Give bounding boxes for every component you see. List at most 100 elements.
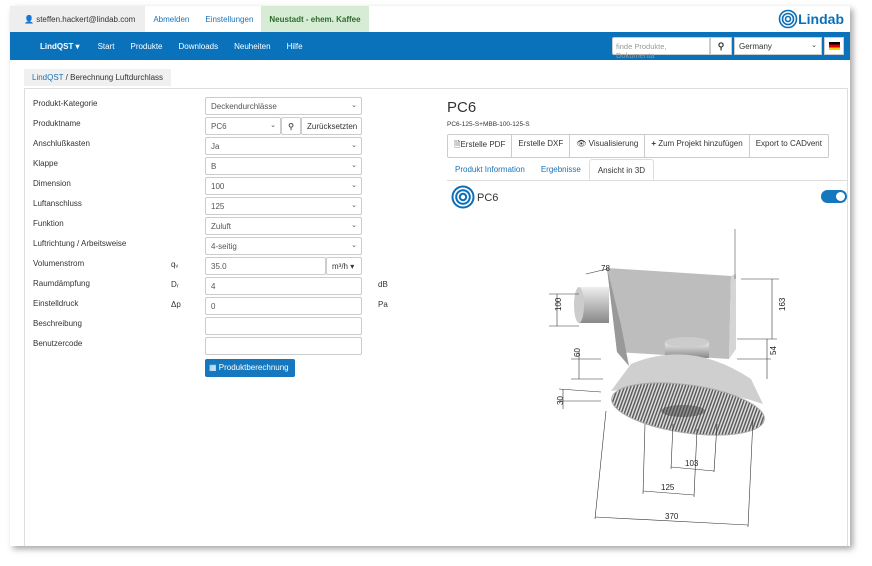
view-toggle[interactable]: [821, 190, 847, 203]
chevron-down-icon: ⌄: [351, 182, 357, 189]
settings-link[interactable]: Einstellungen: [197, 6, 261, 32]
einstelldruck-input[interactable]: 0: [205, 297, 362, 315]
field-label: Benutzercode: [33, 339, 83, 348]
language-button[interactable]: [824, 37, 844, 55]
breadcrumb-root[interactable]: LindQST: [32, 73, 63, 82]
reset-button[interactable]: Zurücksetzten: [301, 117, 362, 135]
field-label: Klappe: [33, 159, 58, 168]
form-row-dimension: Dimension 100 ⌄: [33, 177, 453, 195]
search-button[interactable]: ⚲: [710, 37, 732, 55]
field-symbol: qᵥ: [171, 260, 179, 269]
create-dxf-button[interactable]: Erstelle DXF: [512, 135, 571, 157]
nav-downloads[interactable]: Downloads: [171, 42, 227, 51]
dim-163: 163: [778, 297, 787, 311]
unit-dropdown[interactable]: m³/h ▾: [326, 257, 362, 275]
chevron-down-icon: ⌄: [351, 202, 357, 209]
dim-100: 100: [554, 297, 563, 311]
dim-60: 60: [573, 348, 582, 357]
produkt-kategorie-select[interactable]: Deckendurchlässe ⌄: [205, 97, 362, 115]
tab-ansicht-3d[interactable]: Ansicht in 3D: [588, 159, 654, 180]
unit-label: Pa: [378, 300, 388, 309]
label: Erstelle PDF: [460, 140, 506, 149]
value: 4-seitig: [211, 242, 237, 251]
volumenstrom-input[interactable]: 35.0: [205, 257, 326, 275]
search-input[interactable]: finde Produkte, Dokumenta: [612, 37, 710, 60]
form-row-raumd-mpfung: Raumdämpfung Dᵣ 4 dB: [33, 277, 453, 295]
create-pdf-button[interactable]: 🗎Erstelle PDF: [448, 135, 513, 157]
beschreibung-input[interactable]: [205, 317, 362, 335]
country-select[interactable]: Germany ⌄: [734, 37, 822, 55]
product-search-button[interactable]: ⚲: [281, 117, 301, 135]
form-row-luftrichtung-arbeitsweise: Luftrichtung / Arbeitsweise 4-seitig ⌄: [33, 237, 453, 255]
raumd-mpfung-input[interactable]: 4: [205, 277, 362, 295]
nav-hilfe[interactable]: Hilfe: [279, 42, 311, 51]
value: Deckendurchlässe: [211, 102, 277, 111]
breadcrumb: LindQST / Berechnung Luftdurchlass: [24, 69, 172, 86]
form-row-benutzercode: Benutzercode: [33, 337, 453, 355]
location-badge[interactable]: Neustadt - ehem. Kaffee: [261, 6, 369, 32]
field-label: Produktname: [33, 119, 81, 128]
nav-neuheiten[interactable]: Neuheiten: [226, 42, 278, 51]
logo-text: Lindab: [798, 11, 844, 27]
value: 125: [211, 202, 225, 211]
nav-produkte[interactable]: Produkte: [122, 42, 170, 51]
product-name-select[interactable]: PC6 ⌄: [205, 117, 281, 135]
view-title: PC6: [477, 192, 499, 204]
chevron-down-icon: ⌄: [811, 42, 817, 49]
add-to-project-button[interactable]: + Zum Projekt hinzufügen: [645, 135, 750, 157]
product-3d-view[interactable]: 78 100 163 54 60 30 103 125 370: [531, 229, 811, 529]
field-label: Einstelldruck: [33, 299, 79, 308]
app-window: 👤 steffen.hackert@lindab.com Abmelden Ei…: [10, 6, 850, 546]
nav-start[interactable]: Start: [90, 42, 123, 51]
form-row-klappe: Klappe B ⌄: [33, 157, 453, 175]
label: Visualisierung: [588, 139, 639, 148]
calculate-button[interactable]: ▦ Produktberechnung: [205, 359, 295, 377]
anschlu-kasten-select[interactable]: Ja ⌄: [205, 137, 362, 155]
nav-brand-dropdown[interactable]: LindQST ▾: [10, 42, 90, 51]
tab-ergebnisse[interactable]: Ergebnisse: [533, 159, 589, 180]
dim-78: 78: [601, 264, 610, 273]
dim-30: 30: [556, 396, 565, 405]
lindab-logo[interactable]: Lindab: [778, 9, 844, 29]
dim-370: 370: [665, 512, 679, 521]
calculate-label: Produktberechnung: [218, 363, 289, 372]
form-row-produktname: Produktname PC6 ⌄ ⚲ Zurücksetzten: [33, 117, 453, 135]
tab-produkt-information[interactable]: Produkt Information: [447, 159, 533, 180]
field-label: Beschreibung: [33, 319, 82, 328]
form-row-produkt-kategorie: Produkt-Kategorie Deckendurchlässe ⌄: [33, 97, 453, 115]
value: 100: [211, 182, 225, 191]
user-account[interactable]: 👤 steffen.hackert@lindab.com: [10, 6, 146, 32]
chevron-down-icon: ⌄: [351, 102, 357, 109]
value: Ja: [211, 142, 220, 151]
diffuser: [611, 337, 765, 436]
export-cadvent-button[interactable]: Export to CADvent: [750, 135, 828, 157]
form-row-anschlu-kasten: Anschlußkasten Ja ⌄: [33, 137, 453, 155]
dimension-select[interactable]: 100 ⌄: [205, 177, 362, 195]
field-symbol: Δp: [171, 300, 181, 309]
visualize-button[interactable]: 👁 Visualisierung: [570, 135, 646, 157]
search-icon: ⚲: [717, 41, 725, 51]
form-row-volumenstrom: Volumenstrom qᵥ 35.0 m³/h ▾: [33, 257, 453, 275]
top-bar: 👤 steffen.hackert@lindab.com Abmelden Ei…: [10, 6, 850, 32]
field-label: Dimension: [33, 179, 71, 188]
calculator-icon: ▦: [209, 363, 219, 372]
luftrichtung-arbeitsweise-select[interactable]: 4-seitig ⌄: [205, 237, 362, 255]
field-label: Volumenstrom: [33, 259, 85, 268]
chevron-down-icon: ⌄: [351, 162, 357, 169]
klappe-select[interactable]: B ⌄: [205, 157, 362, 175]
funktion-select[interactable]: Zuluft ⌄: [205, 217, 362, 235]
product-tabs: Produkt Information Ergebnisse Ansicht i…: [447, 159, 847, 181]
form-row-luftanschluss: Luftanschluss 125 ⌄: [33, 197, 453, 215]
lindab-logo-icon: [778, 9, 798, 29]
logout-link[interactable]: Abmelden: [145, 6, 197, 32]
german-flag-icon: [829, 42, 840, 50]
value: Zuluft: [211, 222, 232, 231]
field-label: Funktion: [33, 219, 64, 228]
chevron-down-icon: ⌄: [351, 222, 357, 229]
field-label: Luftanschluss: [33, 199, 82, 208]
dim-54: 54: [769, 346, 778, 355]
dim-103: 103: [685, 459, 699, 468]
benutzercode-input[interactable]: [205, 337, 362, 355]
luftanschluss-select[interactable]: 125 ⌄: [205, 197, 362, 215]
product-code: PC6-125-S+MBB-100-125-S: [447, 121, 530, 128]
